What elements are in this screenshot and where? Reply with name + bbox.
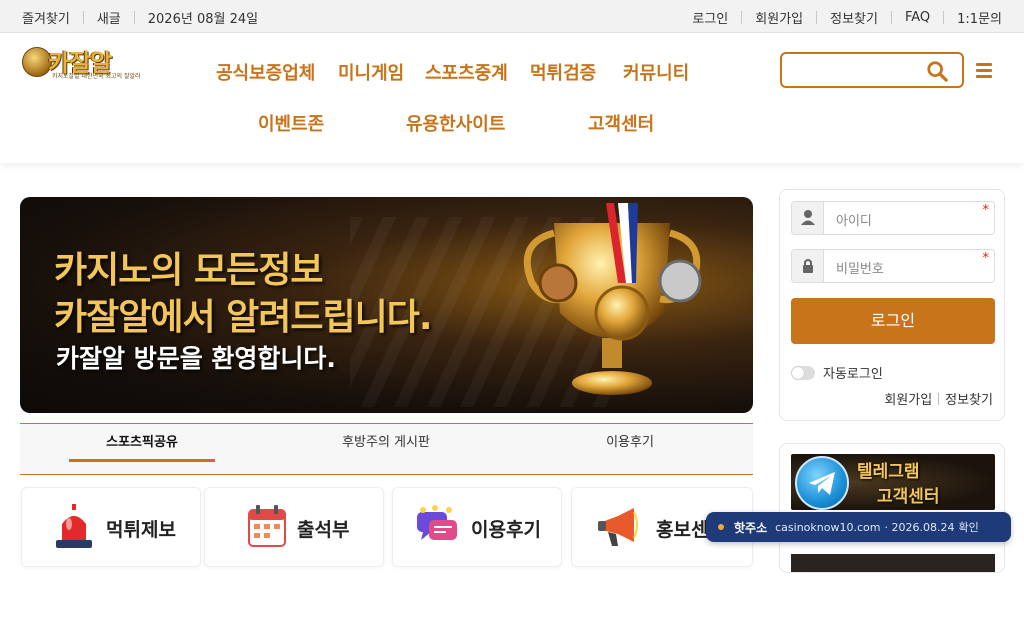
site-header: 카잘알 카지노잘알 대한민국 최고의 잘알러 공식보증업체 미니게임 스포츠중계… bbox=[0, 33, 1024, 163]
status-dot-icon bbox=[718, 524, 724, 530]
quick-card-attendance[interactable]: 출석부 bbox=[204, 487, 384, 567]
quick-card-report[interactable]: 먹튀제보 bbox=[21, 487, 201, 567]
banner-headline-1: 카지노의 모든정보 bbox=[54, 250, 323, 291]
required-mark: * bbox=[982, 203, 990, 218]
site-logo[interactable]: 카잘알 카지노잘알 대한민국 최고의 잘알러 bbox=[22, 45, 141, 80]
find-account-link[interactable]: 정보찾기 bbox=[830, 8, 878, 27]
tab-adult-board[interactable]: 후방주의 게시판 bbox=[308, 424, 464, 462]
telegram-support-panel: 텔레그램 고객센터 bbox=[779, 443, 1005, 573]
divider bbox=[943, 11, 945, 24]
username-field[interactable]: 아이디 * bbox=[791, 201, 995, 235]
nav-item-sports[interactable]: 스포츠중계 bbox=[425, 59, 508, 85]
auto-login-row[interactable]: 자동로그인 bbox=[791, 363, 883, 382]
divider bbox=[82, 11, 84, 24]
nav-item-support[interactable]: 고객센터 bbox=[588, 110, 654, 136]
lock-icon bbox=[792, 250, 824, 282]
signup-link[interactable]: 회원가입 bbox=[884, 389, 932, 408]
quick-card-label: 먹튀제보 bbox=[106, 519, 176, 541]
auto-login-label: 자동로그인 bbox=[823, 367, 883, 382]
banner-headline-2: 카잘알에서 알려드립니다. bbox=[54, 297, 433, 338]
banner-welcome: 카잘알 방문을 환영합니다. bbox=[56, 344, 336, 373]
siren-icon bbox=[56, 504, 92, 548]
telegram-line1: 텔레그램 bbox=[857, 462, 920, 482]
tab-reviews[interactable]: 이용후기 bbox=[560, 424, 700, 462]
nav-item-verify[interactable]: 먹튀검증 bbox=[530, 59, 596, 85]
bookmark-link[interactable]: 즐겨찾기 bbox=[22, 8, 70, 27]
telegram-banner[interactable]: 텔레그램 고객센터 bbox=[791, 454, 995, 510]
top-right-links: 로그인 회원가입 정보찾기 FAQ 1:1문의 bbox=[692, 8, 1002, 27]
megaphone-icon bbox=[598, 508, 638, 546]
toast-confirm[interactable]: 확인 bbox=[958, 519, 978, 535]
current-date: 2026년 08월 24일 bbox=[147, 12, 259, 27]
divider bbox=[816, 11, 818, 24]
panel-image-strip bbox=[791, 554, 995, 572]
password-field[interactable]: 비밀번호 * bbox=[791, 249, 995, 283]
top-utility-bar: 즐겨찾기 새글 2026년 08월 24일 로그인 회원가입 정보찾기 FAQ … bbox=[0, 0, 1024, 33]
login-panel: 아이디 * 비밀번호 * 로그인 자동로그인 회원가입 정보찾기 bbox=[779, 189, 1005, 421]
chat-icon bbox=[417, 505, 457, 540]
trophy-icon bbox=[523, 203, 702, 395]
signup-link[interactable]: 회원가입 bbox=[755, 8, 803, 27]
toast-key: 핫주소 bbox=[734, 520, 768, 535]
hot-address-toast[interactable]: 핫주소 casinoknow10.com · 2026.08.24 확인 bbox=[706, 512, 1011, 542]
nav-item-minigame[interactable]: 미니게임 bbox=[338, 59, 404, 85]
divider bbox=[133, 11, 135, 24]
new-posts-link[interactable]: 새글 bbox=[97, 8, 121, 27]
calendar-icon bbox=[248, 505, 286, 547]
required-mark: * bbox=[982, 251, 990, 266]
board-tabs: 스포츠픽공유 후방주의 게시판 이용후기 bbox=[20, 423, 753, 475]
top-left-links: 즐겨찾기 새글 2026년 08월 24일 bbox=[22, 8, 258, 27]
nav-item-events[interactable]: 이벤트존 bbox=[258, 110, 324, 136]
logo-subtext: 카지노잘알 대한민국 최고의 잘알러 bbox=[52, 73, 141, 80]
tab-sports-pick[interactable]: 스포츠픽공유 bbox=[69, 424, 215, 462]
hero-banner[interactable]: 카지노의 모든정보 카잘알에서 알려드립니다. 카잘알 방문을 환영합니다. bbox=[20, 197, 753, 413]
divider bbox=[741, 11, 743, 24]
search-icon[interactable] bbox=[926, 60, 948, 82]
nav-item-official[interactable]: 공식보증업체 bbox=[216, 59, 315, 85]
telegram-line2: 고객센터 bbox=[877, 487, 940, 507]
nav-item-useful-sites[interactable]: 유용한사이트 bbox=[406, 110, 505, 136]
nav-item-community[interactable]: 커뮤니티 bbox=[623, 59, 689, 85]
hamburger-menu-icon[interactable] bbox=[976, 63, 992, 78]
search-box[interactable] bbox=[780, 52, 964, 88]
telegram-icon bbox=[795, 456, 849, 510]
divider bbox=[938, 392, 940, 405]
quick-card-label: 이용후기 bbox=[471, 519, 541, 541]
login-links: 회원가입 정보찾기 bbox=[884, 389, 993, 408]
login-link[interactable]: 로그인 bbox=[692, 8, 728, 27]
user-icon bbox=[792, 202, 824, 234]
faq-link[interactable]: FAQ bbox=[905, 10, 930, 25]
toast-date: · 2026.08.24 bbox=[884, 520, 955, 534]
password-placeholder: 비밀번호 bbox=[836, 262, 884, 277]
toast-domain: casinoknow10.com bbox=[775, 520, 881, 534]
quick-card-label: 출석부 bbox=[297, 519, 350, 541]
divider bbox=[890, 11, 892, 24]
inquiry-link[interactable]: 1:1문의 bbox=[957, 8, 1002, 27]
username-placeholder: 아이디 bbox=[836, 214, 872, 229]
quick-card-reviews[interactable]: 이용후기 bbox=[392, 487, 562, 567]
auto-login-toggle[interactable] bbox=[791, 365, 815, 380]
find-account-link[interactable]: 정보찾기 bbox=[945, 389, 993, 408]
login-button[interactable]: 로그인 bbox=[791, 298, 995, 344]
